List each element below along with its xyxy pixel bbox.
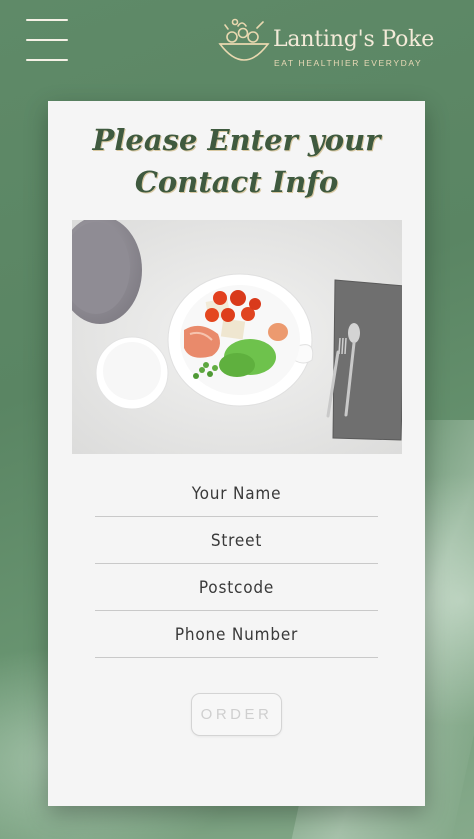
title-line-1: Please Enter your bbox=[92, 123, 381, 157]
menu-bar bbox=[26, 39, 68, 41]
menu-bar bbox=[26, 19, 68, 21]
brand-logo[interactable]: Lanting's Poke EAT HEALTHIER EVERYDAY bbox=[216, 14, 446, 72]
brand-name: Lanting's Poke bbox=[273, 27, 435, 52]
name-input[interactable] bbox=[95, 483, 378, 504]
hamburger-menu-icon[interactable] bbox=[26, 19, 68, 61]
title-line-2: Contact Info bbox=[134, 165, 339, 199]
salad-bowl-icon bbox=[218, 18, 270, 61]
poke-bowl-plate-photo bbox=[72, 220, 402, 454]
order-button[interactable]: ORDER bbox=[191, 693, 282, 736]
name-field[interactable] bbox=[95, 471, 378, 517]
phone-field[interactable] bbox=[95, 612, 378, 658]
postcode-field[interactable] bbox=[95, 565, 378, 611]
postcode-input[interactable] bbox=[95, 577, 378, 598]
brand-tagline: EAT HEALTHIER EVERYDAY bbox=[274, 58, 423, 68]
contact-form-card: Please Enter your Contact Info Your Name… bbox=[48, 101, 425, 806]
street-field[interactable] bbox=[95, 518, 378, 564]
menu-bar bbox=[26, 59, 68, 61]
phone-input[interactable] bbox=[95, 624, 378, 645]
page-title: Please Enter your Contact Info bbox=[48, 119, 425, 203]
street-input[interactable] bbox=[95, 530, 378, 551]
